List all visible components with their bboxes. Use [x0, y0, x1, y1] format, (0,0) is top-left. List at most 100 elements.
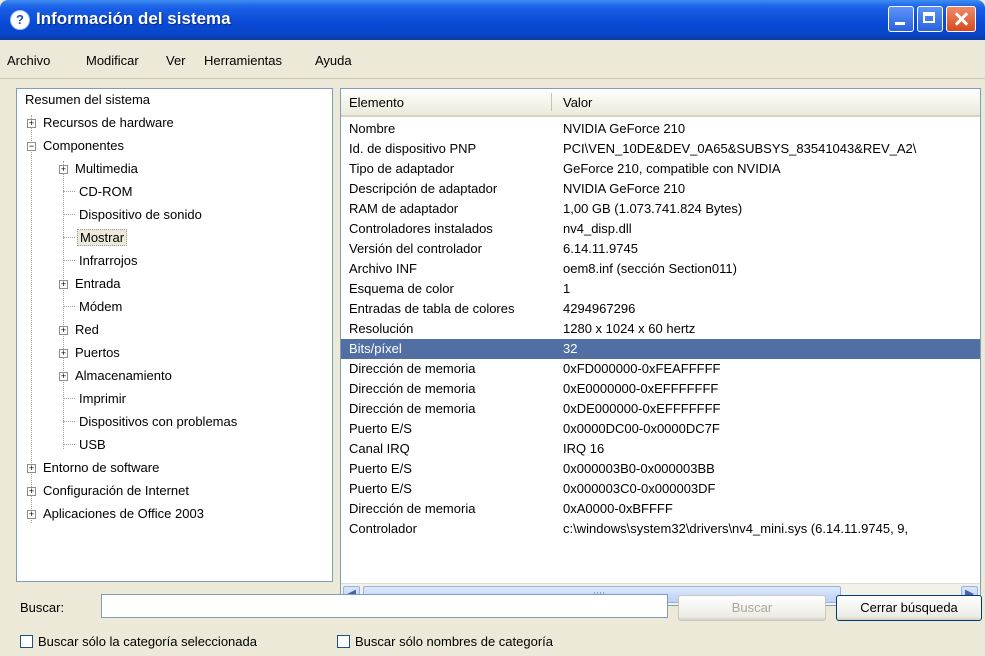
- table-row[interactable]: Dirección de memoria 0xFD000000-0xFEAFFFF…: [341, 359, 980, 379]
- cell-valor: 1: [563, 281, 571, 296]
- cell-elemento: Resolución: [349, 321, 414, 336]
- column-header-valor[interactable]: Valor: [563, 95, 592, 110]
- expand-icon[interactable]: +: [59, 165, 68, 174]
- cell-elemento: Puerto E/S: [349, 461, 412, 476]
- table-row[interactable]: Descripción de adaptador NVIDIA GeForce 2…: [341, 179, 980, 199]
- cell-elemento: Entradas de tabla de colores: [349, 301, 515, 316]
- table-row[interactable]: Puerto E/S 0x000003C0-0x000003DF: [341, 479, 980, 499]
- tree-line: [63, 237, 75, 238]
- cell-elemento: Dirección de memoria: [349, 381, 476, 396]
- tree-line: [63, 306, 75, 307]
- expand-icon[interactable]: +: [59, 280, 68, 289]
- tree-item-resumen[interactable]: Resumen del sistema: [23, 90, 152, 110]
- cell-elemento: Esquema de color: [349, 281, 454, 296]
- table-row[interactable]: Puerto E/S 0x0000DC00-0x0000DC7F: [341, 419, 980, 439]
- tree-item-software[interactable]: Entorno de software: [41, 458, 161, 478]
- search-button[interactable]: Buscar: [678, 595, 826, 621]
- table-row[interactable]: RAM de adaptador 1,00 GB (1.073.741.824 B…: [341, 199, 980, 219]
- tree-item-problemas[interactable]: Dispositivos con problemas: [77, 412, 239, 432]
- tree-item-multimedia[interactable]: Multimedia: [73, 159, 140, 179]
- tree-item-modem[interactable]: Módem: [77, 297, 124, 317]
- tree-line: [63, 444, 75, 445]
- tree-item-office[interactable]: Aplicaciones de Office 2003: [41, 504, 206, 524]
- menu-archivo[interactable]: Archivo: [7, 53, 50, 68]
- tree-line: [63, 214, 75, 215]
- cell-valor: 1,00 GB (1.073.741.824 Bytes): [563, 201, 743, 216]
- table-row[interactable]: Tipo de adaptador GeForce 210, compatible…: [341, 159, 980, 179]
- column-divider[interactable]: [551, 93, 552, 111]
- maximize-button[interactable]: [917, 6, 943, 32]
- cell-elemento: Descripción de adaptador: [349, 181, 498, 196]
- expand-icon[interactable]: +: [59, 372, 68, 381]
- menu-ver[interactable]: Ver: [166, 53, 186, 68]
- tree-item-imprimir[interactable]: Imprimir: [77, 389, 128, 409]
- cell-elemento: Nombre: [349, 121, 396, 136]
- cell-elemento: Canal IRQ: [349, 441, 410, 456]
- expand-icon[interactable]: +: [59, 326, 68, 335]
- cell-valor: 0x000003B0-0x000003BB: [563, 461, 715, 476]
- menu-herramientas[interactable]: Herramientas: [204, 53, 282, 68]
- table-row[interactable]: Dirección de memoria 0xE0000000-0xEFFFFFF…: [341, 379, 980, 399]
- table-row[interactable]: Archivo INF oem8.inf (sección Section011): [341, 259, 980, 279]
- table-row[interactable]: Controlador c:\windows\system32\drivers\n…: [341, 519, 980, 539]
- table-row[interactable]: Nombre NVIDIA GeForce 210: [341, 119, 980, 139]
- expand-icon[interactable]: +: [27, 487, 36, 496]
- tree-item-mostrar[interactable]: Mostrar: [77, 228, 128, 248]
- cell-valor: oem8.inf (sección Section011): [563, 261, 737, 276]
- category-tree[interactable]: Resumen del sistema + Recursos de hardwa…: [16, 88, 333, 582]
- cell-valor: GeForce 210, compatible con NVIDIA: [563, 161, 781, 176]
- cell-valor: 0xA0000-0xBFFFF: [563, 501, 673, 516]
- cell-valor: 1280 x 1024 x 60 hertz: [563, 321, 696, 336]
- details-list[interactable]: Elemento Valor Nombre NVIDIA GeForce 210 I…: [340, 88, 981, 606]
- menu-ayuda[interactable]: Ayuda: [315, 53, 352, 68]
- cell-elemento: Archivo INF: [349, 261, 417, 276]
- search-category-names-checkbox[interactable]: [337, 635, 350, 648]
- tree-item-sonido[interactable]: Dispositivo de sonido: [77, 205, 204, 225]
- collapse-icon[interactable]: −: [27, 142, 36, 151]
- cell-elemento: Puerto E/S: [349, 421, 412, 436]
- cell-valor: 6.14.11.9745: [563, 241, 638, 256]
- table-row[interactable]: Bits/píxel 32: [341, 339, 980, 359]
- table-row[interactable]: Id. de dispositivo PNP PCI\VEN_10DE&DEV_0…: [341, 139, 980, 159]
- cell-valor: c:\windows\system32\drivers\nv4_mini.sys…: [563, 521, 909, 536]
- tree-item-infrarrojos[interactable]: Infrarrojos: [77, 251, 140, 271]
- tree-item-usb[interactable]: USB: [77, 435, 108, 455]
- table-row[interactable]: Entradas de tabla de colores 4294967296: [341, 299, 980, 319]
- table-row[interactable]: Canal IRQ IRQ 16: [341, 439, 980, 459]
- minimize-button[interactable]: [888, 6, 914, 32]
- tree-line: [63, 260, 75, 261]
- table-row[interactable]: Resolución 1280 x 1024 x 60 hertz: [341, 319, 980, 339]
- tree-item-almacenamiento[interactable]: Almacenamiento: [73, 366, 174, 386]
- table-row[interactable]: Dirección de memoria 0xDE000000-0xEFFFFFF…: [341, 399, 980, 419]
- expand-icon[interactable]: +: [27, 119, 36, 128]
- tree-item-componentes[interactable]: Componentes: [41, 136, 126, 156]
- title-bar[interactable]: ? Información del sistema: [0, 0, 985, 40]
- expand-icon[interactable]: +: [59, 349, 68, 358]
- tree-item-red[interactable]: Red: [73, 320, 101, 340]
- cell-valor: 0xDE000000-0xEFFFFFFF: [563, 401, 721, 416]
- search-selected-category-checkbox[interactable]: [20, 635, 33, 648]
- tree-item-puertos[interactable]: Puertos: [73, 343, 122, 363]
- close-search-button[interactable]: Cerrar búsqueda: [836, 595, 982, 621]
- table-row[interactable]: Puerto E/S 0x000003B0-0x000003BB: [341, 459, 980, 479]
- tree-item-cdrom[interactable]: CD-ROM: [77, 182, 134, 202]
- search-label: Buscar:: [20, 600, 65, 615]
- table-row[interactable]: Controladores instalados nv4_disp.dll: [341, 219, 980, 239]
- window-title: Información del sistema: [36, 9, 231, 28]
- cell-elemento: Dirección de memoria: [349, 501, 476, 516]
- tree-item-entrada[interactable]: Entrada: [73, 274, 123, 294]
- close-button[interactable]: [946, 6, 976, 32]
- search-input[interactable]: [101, 594, 668, 618]
- expand-icon[interactable]: +: [27, 510, 36, 519]
- column-header-elemento[interactable]: Elemento: [349, 95, 404, 110]
- menu-modificar[interactable]: Modificar: [86, 53, 139, 68]
- table-row[interactable]: Versión del controlador 6.14.11.9745: [341, 239, 980, 259]
- tree-item-recursos[interactable]: Recursos de hardware: [41, 113, 176, 133]
- cell-valor: 0xFD000000-0xFEAFFFFF: [563, 361, 721, 376]
- table-row[interactable]: Dirección de memoria 0xA0000-0xBFFFF: [341, 499, 980, 519]
- expand-icon[interactable]: +: [27, 464, 36, 473]
- list-header: Elemento Valor: [341, 89, 980, 117]
- table-row[interactable]: Esquema de color 1: [341, 279, 980, 299]
- tree-line: [63, 161, 64, 449]
- tree-item-internet[interactable]: Configuración de Internet: [41, 481, 191, 501]
